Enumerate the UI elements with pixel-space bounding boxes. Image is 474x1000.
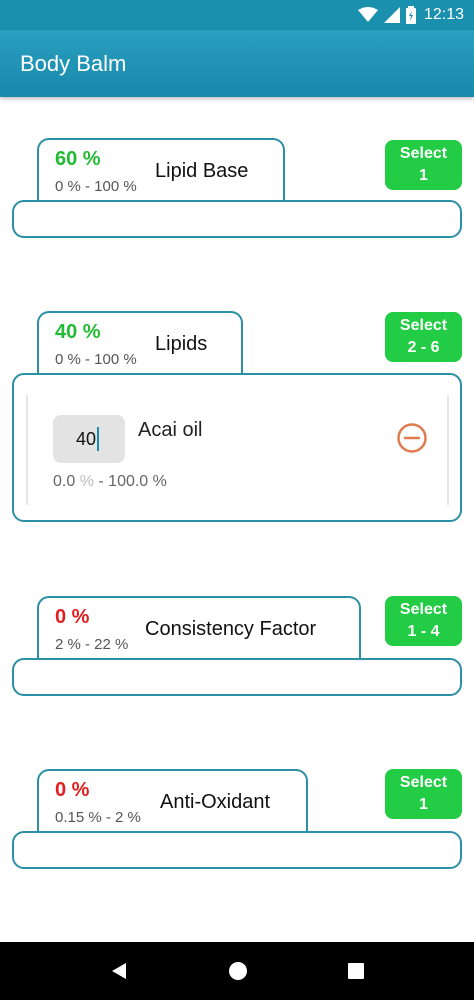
- section-range: 0 % - 100 %: [55, 178, 137, 195]
- select-button[interactable]: Select 1: [385, 769, 462, 819]
- wifi-icon: [357, 7, 378, 22]
- ingredient-name: Acai oil: [138, 419, 203, 441]
- status-icons: [357, 6, 416, 24]
- section-percent: 40 %: [55, 321, 101, 343]
- navigation-bar: [0, 942, 474, 1000]
- ingredient-range-rest: - 100.0 %: [98, 473, 167, 490]
- select-button-label: Select: [399, 774, 448, 791]
- select-button-count: 1: [419, 796, 428, 813]
- remove-circle-icon[interactable]: [396, 422, 428, 454]
- section-header-tab[interactable]: 60 % 0 % - 100 % Lipid Base: [37, 138, 285, 200]
- ingredient-percent-input[interactable]: 40: [53, 415, 125, 463]
- select-button-count: 1: [419, 167, 428, 184]
- ingredient-list-box: [12, 200, 462, 238]
- app-bar: Body Balm: [0, 30, 474, 97]
- select-button[interactable]: Select 1: [385, 140, 462, 190]
- section-header-tab[interactable]: 0 % 0.15 % - 2 % Anti-Oxidant: [37, 769, 308, 831]
- section-name: Lipids: [155, 333, 208, 355]
- section-header-tab[interactable]: 0 % 2 % - 22 % Consistency Factor: [37, 596, 361, 658]
- text-cursor: [97, 427, 99, 451]
- select-button-count: 2 - 6: [407, 339, 440, 356]
- section-name: Anti-Oxidant: [160, 791, 271, 813]
- section-range: 0.15 % - 2 %: [55, 809, 141, 826]
- select-button-label: Select: [399, 145, 448, 162]
- app-title: Body Balm: [20, 50, 127, 76]
- section-name: Lipid Base: [155, 160, 249, 182]
- status-time: 12:13: [423, 6, 464, 23]
- section-percent: 0 %: [55, 779, 90, 801]
- ingredient-item: 40 Acai oil 0.0 % - 100.0 %: [26, 395, 449, 505]
- ingredient-list-box: [12, 658, 462, 696]
- signal-icon: [383, 7, 400, 23]
- select-button-label: Select: [399, 317, 448, 334]
- home-icon[interactable]: [228, 961, 248, 981]
- ingredient-list-box: 40 Acai oil 0.0 % - 100.0 %: [12, 373, 462, 522]
- section-percent: 0 %: [55, 606, 90, 628]
- ingredient-list-box: [12, 831, 462, 869]
- section-percent: 60 %: [55, 148, 101, 170]
- ingredient-range: 0.0 % - 100.0 %: [53, 473, 167, 491]
- select-button-label: Select: [399, 601, 448, 618]
- ingredient-percent-value: 40: [75, 428, 96, 449]
- select-button[interactable]: Select 1 - 4: [385, 596, 462, 646]
- section-header-tab[interactable]: 40 % 0 % - 100 % Lipids: [37, 311, 243, 373]
- back-icon[interactable]: [109, 961, 129, 981]
- recents-icon[interactable]: [347, 962, 365, 980]
- ingredient-range-unit: %: [79, 473, 94, 490]
- section-range: 2 % - 22 %: [55, 636, 129, 653]
- select-button-count: 1 - 4: [407, 623, 440, 640]
- ingredient-range-min: 0.0: [53, 473, 76, 490]
- status-bar: 12:13: [0, 0, 474, 30]
- section-range: 0 % - 100 %: [55, 351, 137, 368]
- section-name: Consistency Factor: [145, 618, 317, 640]
- select-button[interactable]: Select 2 - 6: [385, 312, 462, 362]
- battery-icon: [405, 6, 416, 24]
